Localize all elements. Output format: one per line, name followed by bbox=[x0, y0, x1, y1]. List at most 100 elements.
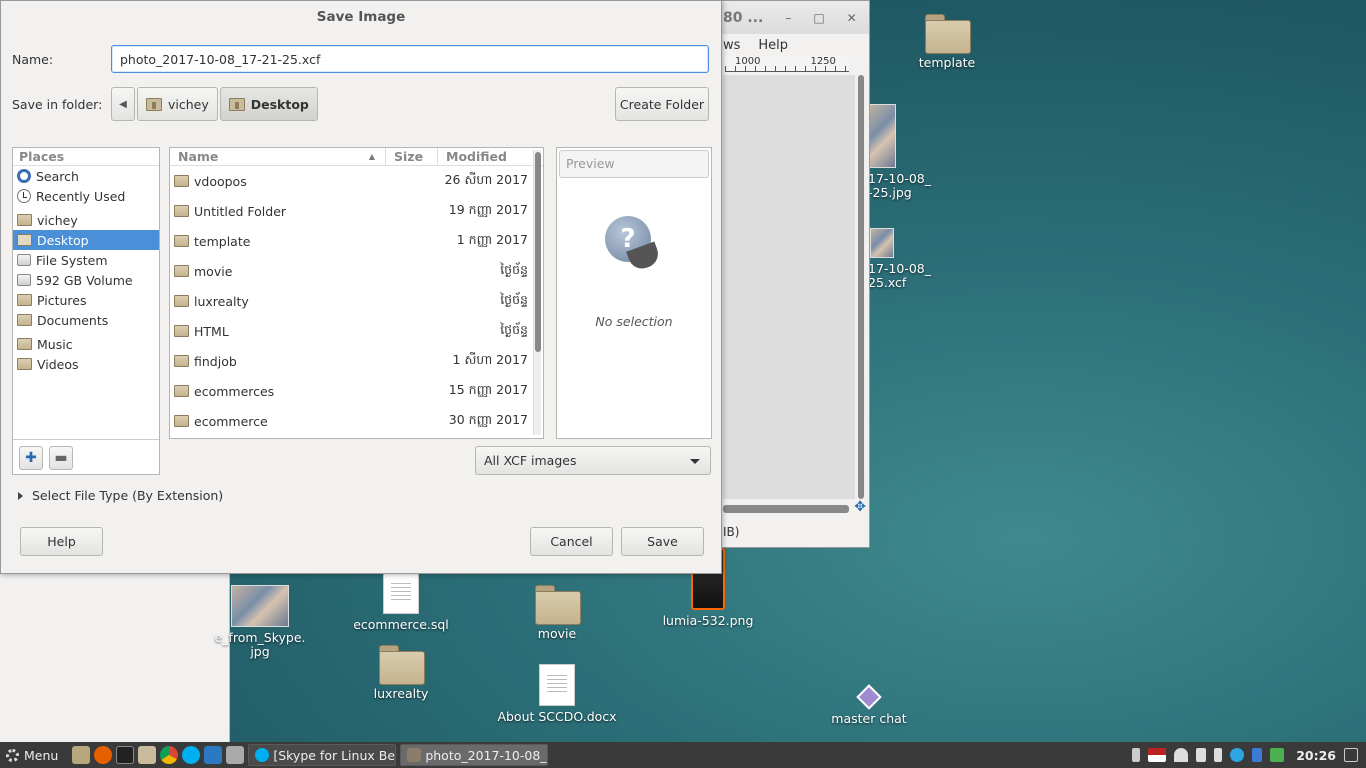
wifi-icon[interactable] bbox=[1174, 748, 1189, 762]
column-header-name[interactable]: Name ▲ bbox=[170, 148, 386, 165]
taskbar: Menu [Skype for Linux Be... photo_2017-1… bbox=[0, 742, 1366, 768]
place-label: 592 GB Volume bbox=[36, 272, 133, 288]
file-row[interactable]: vdoopos 26 សីហា 2017 bbox=[170, 166, 543, 196]
menu-item-windows[interactable]: ws bbox=[723, 38, 740, 53]
place-item-592gb-volume[interactable]: 592 GB Volume bbox=[13, 270, 159, 290]
navigate-icon[interactable]: ✥ bbox=[854, 499, 866, 515]
home-folder-icon bbox=[146, 97, 162, 111]
name-label: Name: bbox=[12, 51, 54, 67]
place-item-videos[interactable]: Videos bbox=[13, 354, 159, 374]
update-check-icon[interactable] bbox=[1270, 748, 1285, 762]
folder-icon bbox=[17, 358, 32, 370]
file-row[interactable]: movie ថ្ងៃច័ន្ទ bbox=[170, 256, 543, 286]
create-folder-button[interactable]: Create Folder bbox=[615, 87, 709, 121]
folder-icon bbox=[174, 415, 189, 427]
path-back-button[interactable]: ◀ bbox=[111, 87, 135, 121]
file-row[interactable]: ecommerces 15 កញ្ញា 2017 bbox=[170, 376, 543, 406]
file-list-scrollbar[interactable] bbox=[533, 150, 541, 435]
desktop-icon-luxrealty[interactable]: luxrealty bbox=[336, 645, 466, 701]
files-folder-icon[interactable] bbox=[72, 746, 91, 764]
file-row[interactable]: ecommerce 30 កញ្ញា 2017 bbox=[170, 406, 543, 436]
task-skype[interactable]: [Skype for Linux Be... bbox=[248, 744, 397, 766]
file-modified: ថ្ងៃច័ន្ទ bbox=[500, 321, 528, 337]
maximize-icon[interactable]: □ bbox=[813, 11, 824, 25]
file-list-header: Name ▲ Size Modified bbox=[170, 148, 543, 166]
place-item-music[interactable]: Music bbox=[13, 334, 159, 354]
file-row[interactable]: template 1 កញ្ញា 2017 bbox=[170, 226, 543, 256]
place-item-desktop[interactable]: Desktop bbox=[13, 230, 159, 250]
chrome-icon[interactable] bbox=[160, 746, 179, 764]
volume-icon[interactable] bbox=[1196, 748, 1207, 762]
place-item-vichey[interactable]: vichey bbox=[13, 210, 159, 230]
remove-bookmark-button[interactable]: ▬ bbox=[49, 446, 73, 470]
user-icon[interactable] bbox=[1132, 748, 1141, 762]
skype-icon[interactable] bbox=[182, 746, 201, 764]
save-button[interactable]: Save bbox=[621, 527, 704, 556]
firefox-icon[interactable] bbox=[94, 746, 113, 764]
path-button-desktop[interactable]: Desktop bbox=[219, 87, 318, 121]
file-row[interactable]: HTML ថ្ងៃច័ន្ទ bbox=[170, 316, 543, 346]
column-header-modified[interactable]: Modified bbox=[438, 148, 534, 165]
desktop-icon-template[interactable]: template bbox=[882, 14, 1012, 70]
clock-time[interactable]: 20:26 bbox=[1296, 748, 1336, 763]
telegram-icon[interactable] bbox=[1230, 748, 1245, 762]
places-header: Places bbox=[13, 148, 159, 166]
place-item-file-system[interactable]: File System bbox=[13, 250, 159, 270]
place-item-recently-used[interactable]: Recently Used bbox=[13, 186, 159, 206]
desktop-icon-label: lumia-532.png bbox=[662, 613, 754, 628]
ruler-label: 1250 bbox=[810, 56, 836, 67]
file-row[interactable]: Untitled Folder 19 កញ្ញា 2017 bbox=[170, 196, 543, 226]
minus-icon: ▬ bbox=[54, 450, 68, 466]
system-tray: 20:26 bbox=[1132, 748, 1366, 763]
cancel-button[interactable]: Cancel bbox=[530, 527, 613, 556]
place-label: Documents bbox=[37, 312, 109, 328]
place-item-search[interactable]: Search bbox=[13, 166, 159, 186]
filename-input[interactable] bbox=[111, 45, 709, 73]
terminal-icon[interactable] bbox=[116, 746, 135, 764]
file-filter-select[interactable]: All XCF images bbox=[475, 446, 711, 475]
path-button-vichey[interactable]: vichey bbox=[137, 87, 218, 121]
us-flag-icon[interactable] bbox=[1148, 748, 1167, 762]
place-item-pictures[interactable]: Pictures bbox=[13, 290, 159, 310]
bluetooth-icon[interactable] bbox=[1252, 748, 1263, 762]
file-modified: 15 កញ្ញា 2017 bbox=[448, 381, 528, 397]
battery-icon[interactable] bbox=[1214, 748, 1223, 762]
file-name: ecommerce bbox=[194, 413, 268, 429]
desktop-icon-ecommerce-sql[interactable]: ecommerce.sql bbox=[336, 572, 466, 632]
select-file-type-expander[interactable]: Select File Type (By Extension) bbox=[18, 488, 223, 503]
file-name: template bbox=[194, 233, 251, 249]
help-button[interactable]: Help bbox=[20, 527, 103, 556]
horizontal-ruler: 1000 1250 bbox=[725, 56, 849, 72]
menu-item-help[interactable]: Help bbox=[758, 38, 788, 53]
file-modified: 1 កញ្ញា 2017 bbox=[456, 231, 528, 247]
file-row[interactable]: luxrealty ថ្ងៃច័ន្ទ bbox=[170, 286, 543, 316]
vertical-scrollbar[interactable] bbox=[857, 75, 865, 499]
desktop-icon-master-chat[interactable]: master chat bbox=[804, 684, 934, 726]
drive-icon bbox=[17, 254, 31, 266]
gimp-window-title: 80 ... bbox=[723, 9, 764, 26]
horizontal-scrollbar[interactable] bbox=[723, 505, 849, 513]
screenshot-icon[interactable] bbox=[226, 746, 245, 764]
file-manager-icon[interactable] bbox=[138, 746, 157, 764]
file-modified: 1 សីហា 2017 bbox=[452, 351, 528, 367]
add-bookmark-button[interactable]: ✚ bbox=[19, 446, 43, 470]
file-name: HTML bbox=[194, 323, 229, 339]
column-header-size[interactable]: Size bbox=[386, 148, 438, 165]
document-icon bbox=[383, 572, 419, 614]
minimize-icon[interactable]: – bbox=[785, 11, 791, 25]
scrollbar-thumb[interactable] bbox=[535, 152, 541, 352]
image-canvas[interactable] bbox=[723, 75, 855, 499]
image-thumbnail-icon bbox=[231, 585, 289, 627]
desktop-icon-skype-jpg[interactable]: e_from_Skype. jpg bbox=[210, 585, 310, 659]
place-item-documents[interactable]: Documents bbox=[13, 310, 159, 330]
task-gimp[interactable]: photo_2017-10-08_... bbox=[400, 744, 549, 766]
desktop-icon-label: movie bbox=[537, 626, 577, 641]
show-desktop-icon[interactable] bbox=[1344, 748, 1358, 762]
close-icon[interactable]: ✕ bbox=[847, 11, 857, 25]
vscode-icon[interactable] bbox=[204, 746, 223, 764]
scrollbar-thumb[interactable] bbox=[858, 75, 864, 499]
desktop-icon-about-sccdo[interactable]: About SCCDO.docx bbox=[492, 664, 622, 724]
start-menu-button[interactable]: Menu bbox=[0, 742, 64, 768]
file-row[interactable]: findjob 1 សីហា 2017 bbox=[170, 346, 543, 376]
desktop-icon-movie[interactable]: movie bbox=[492, 585, 622, 641]
